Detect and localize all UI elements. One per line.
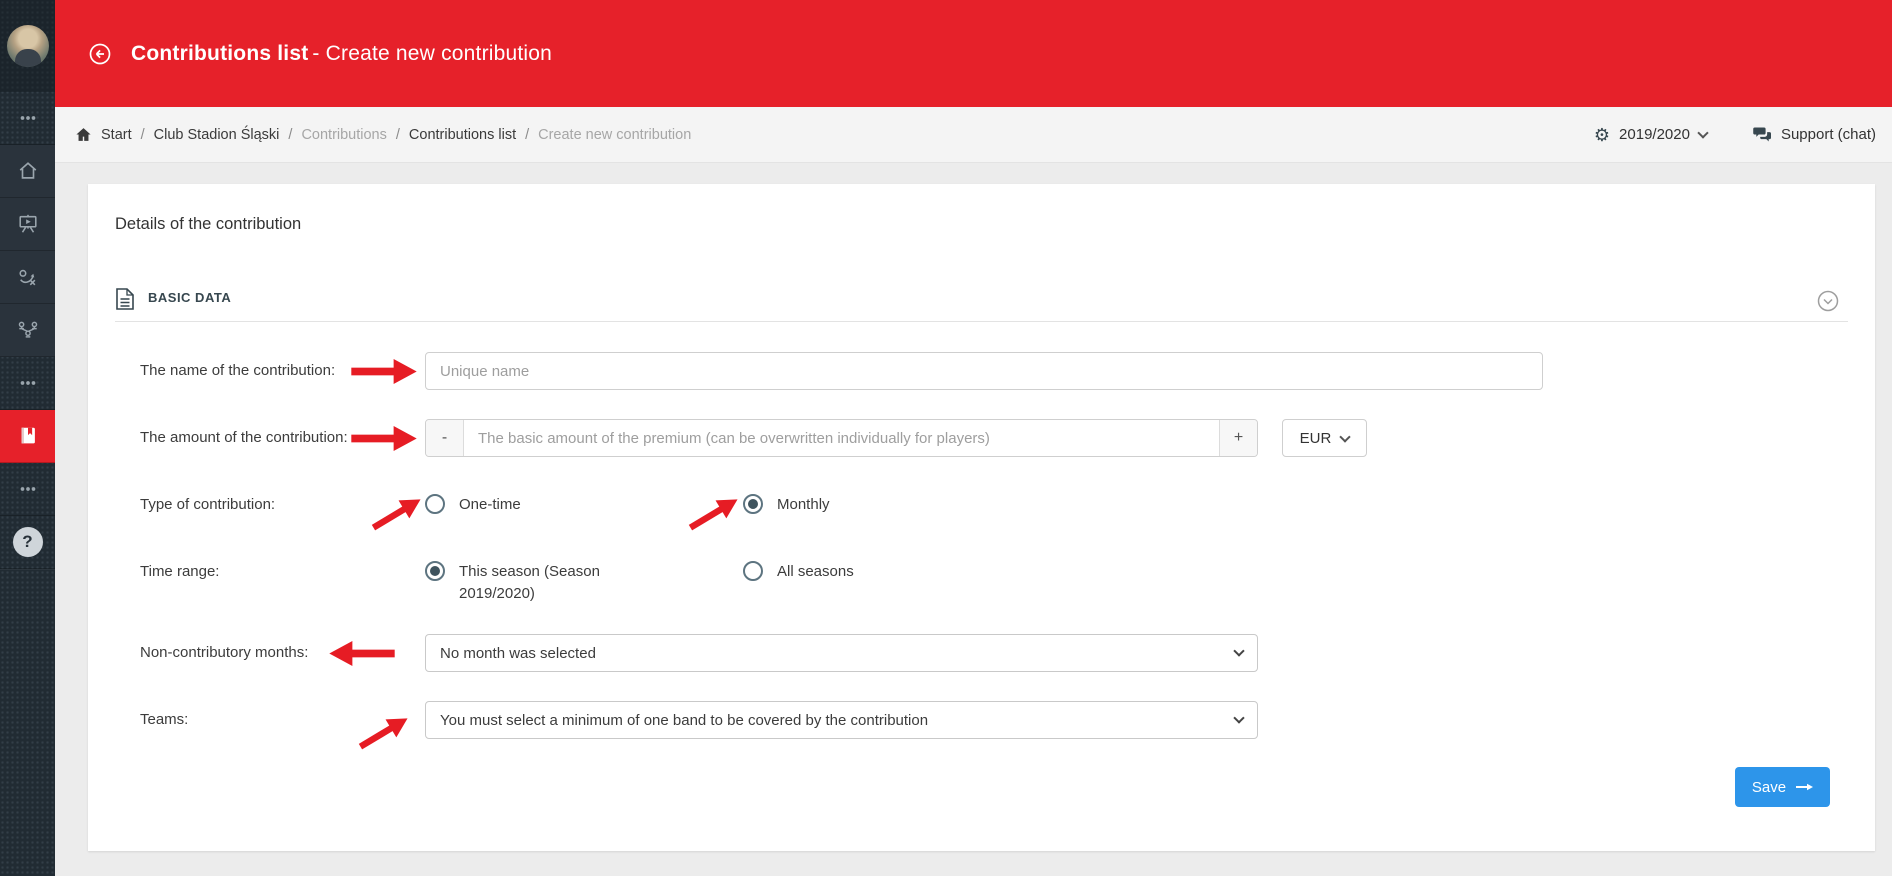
annotation-arrow-right-icon xyxy=(351,426,417,451)
save-label: Save xyxy=(1752,779,1786,796)
page-title: Contributions list- Create new contribut… xyxy=(131,42,552,66)
amount-stepper: - + xyxy=(425,419,1258,457)
radio-this-season[interactable]: This season (Season 2019/2020) xyxy=(425,561,629,605)
annotation-arrow-left-icon xyxy=(329,641,395,666)
sidebar-more-bottom[interactable] xyxy=(0,463,55,516)
sidebar-item-contributions[interactable] xyxy=(0,410,55,463)
chevron-down-icon xyxy=(1233,645,1244,656)
support-label: Support (chat) xyxy=(1781,126,1876,143)
breadcrumb-separator: / xyxy=(396,127,400,143)
more-icon xyxy=(17,372,39,394)
more-icon xyxy=(17,107,39,129)
currency-value: EUR xyxy=(1300,430,1332,447)
presentation-icon xyxy=(17,213,39,235)
basic-data-section-header: BASIC DATA xyxy=(115,286,1848,322)
row-contribution-type: Type of contribution: One-time Monthly xyxy=(88,487,1875,547)
annotation-arrow-diagonal-icon xyxy=(368,490,427,537)
collapse-section-button[interactable] xyxy=(1816,289,1840,318)
chat-icon xyxy=(1753,126,1772,143)
breadcrumb-item-club[interactable]: Club Stadion Śląski xyxy=(154,127,280,143)
season-selector[interactable]: ⚙ 2019/2020 xyxy=(1594,126,1707,144)
type-label: Type of contribution: xyxy=(140,493,275,517)
months-label: Non-contributory months: xyxy=(140,634,308,672)
sidebar-item-team[interactable] xyxy=(0,304,55,357)
save-button[interactable]: Save xyxy=(1735,767,1830,807)
amount-increase-button[interactable]: + xyxy=(1219,420,1257,456)
radio-selected-icon xyxy=(425,561,445,581)
breadcrumb-separator: / xyxy=(141,127,145,143)
chevron-down-icon xyxy=(1697,127,1708,138)
avatar-block xyxy=(0,0,55,92)
card-title: Details of the contribution xyxy=(115,215,301,234)
page-header: Contributions list- Create new contribut… xyxy=(55,0,1892,107)
more-icon xyxy=(17,478,39,500)
sidebar-more-middle[interactable] xyxy=(0,357,55,410)
sidebar-filler xyxy=(0,569,55,876)
help-icon: ? xyxy=(13,527,43,557)
breadcrumb-bar: Start / Club Stadion Śląski / Contributi… xyxy=(55,107,1892,163)
chevron-down-circle-icon xyxy=(1816,289,1840,313)
radio-label: One-time xyxy=(459,494,521,516)
radio-selected-icon xyxy=(743,494,763,514)
season-label: 2019/2020 xyxy=(1619,126,1690,143)
select-value: No month was selected xyxy=(440,645,596,662)
sidebar-item-help[interactable]: ? xyxy=(0,516,55,569)
sidebar: ? xyxy=(0,0,55,876)
home-icon xyxy=(17,160,39,182)
sidebar-item-home[interactable] xyxy=(0,145,55,198)
teams-label: Teams: xyxy=(140,701,188,739)
radio-label: All seasons xyxy=(777,561,854,583)
amount-label: The amount of the contribution: xyxy=(140,419,348,457)
breadcrumb-separator: / xyxy=(288,127,292,143)
support-chat-link[interactable]: Support (chat) xyxy=(1753,126,1876,143)
back-circle-icon xyxy=(88,42,112,66)
radio-icon xyxy=(743,561,763,581)
breadcrumb-item-contributions-list[interactable]: Contributions list xyxy=(409,127,516,143)
team-icon xyxy=(17,319,39,341)
breadcrumb-separator: / xyxy=(525,127,529,143)
topbar-right: ⚙ 2019/2020 Support (chat) xyxy=(1594,126,1892,144)
radio-all-seasons[interactable]: All seasons xyxy=(743,561,854,583)
row-time-range: Time range: This season (Season 2019/202… xyxy=(88,554,1875,614)
chevron-down-icon xyxy=(1233,712,1244,723)
annotation-arrow-diagonal-icon xyxy=(685,490,744,537)
radio-label: This season (Season 2019/2020) xyxy=(459,561,629,605)
tactics-icon xyxy=(17,266,39,288)
contribution-name-input[interactable] xyxy=(425,352,1543,390)
annotation-arrow-right-icon xyxy=(351,359,417,384)
radio-monthly[interactable]: Monthly xyxy=(743,494,830,516)
breadcrumb-item-create-new: Create new contribution xyxy=(538,127,691,143)
name-label: The name of the contribution: xyxy=(140,352,335,390)
radio-label: Monthly xyxy=(777,494,830,516)
sidebar-item-tactics[interactable] xyxy=(0,251,55,304)
page-title-sub: - Create new contribution xyxy=(312,42,552,65)
currency-select[interactable]: EUR xyxy=(1282,419,1367,457)
document-icon xyxy=(115,287,135,311)
annotation-arrow-diagonal-icon xyxy=(355,709,414,756)
radio-icon xyxy=(425,494,445,514)
breadcrumb-home-icon[interactable] xyxy=(75,126,92,143)
time-range-label: Time range: xyxy=(140,560,219,584)
non-contributory-months-select[interactable]: No month was selected xyxy=(425,634,1258,672)
radio-one-time[interactable]: One-time xyxy=(425,494,521,516)
teams-select[interactable]: You must select a minimum of one band to… xyxy=(425,701,1258,739)
select-value: You must select a minimum of one band to… xyxy=(440,712,928,729)
chevron-down-icon xyxy=(1340,431,1351,442)
arrow-right-icon xyxy=(1796,780,1813,794)
section-title: BASIC DATA xyxy=(148,290,231,305)
content-area: Details of the contribution BASIC DATA T… xyxy=(55,163,1892,876)
breadcrumb-item-contributions: Contributions xyxy=(301,127,386,143)
contributions-book-icon xyxy=(17,425,39,447)
sidebar-item-presentation[interactable] xyxy=(0,198,55,251)
back-button[interactable] xyxy=(88,42,112,66)
avatar[interactable] xyxy=(7,25,49,67)
breadcrumb-item-start[interactable]: Start xyxy=(101,127,132,143)
details-card: Details of the contribution BASIC DATA T… xyxy=(88,184,1875,851)
contribution-amount-input[interactable] xyxy=(464,420,1219,456)
sidebar-more-top[interactable] xyxy=(0,92,55,145)
amount-decrease-button[interactable]: - xyxy=(426,420,464,456)
page-title-main: Contributions list xyxy=(131,42,308,65)
gear-icon: ⚙ xyxy=(1594,126,1610,144)
